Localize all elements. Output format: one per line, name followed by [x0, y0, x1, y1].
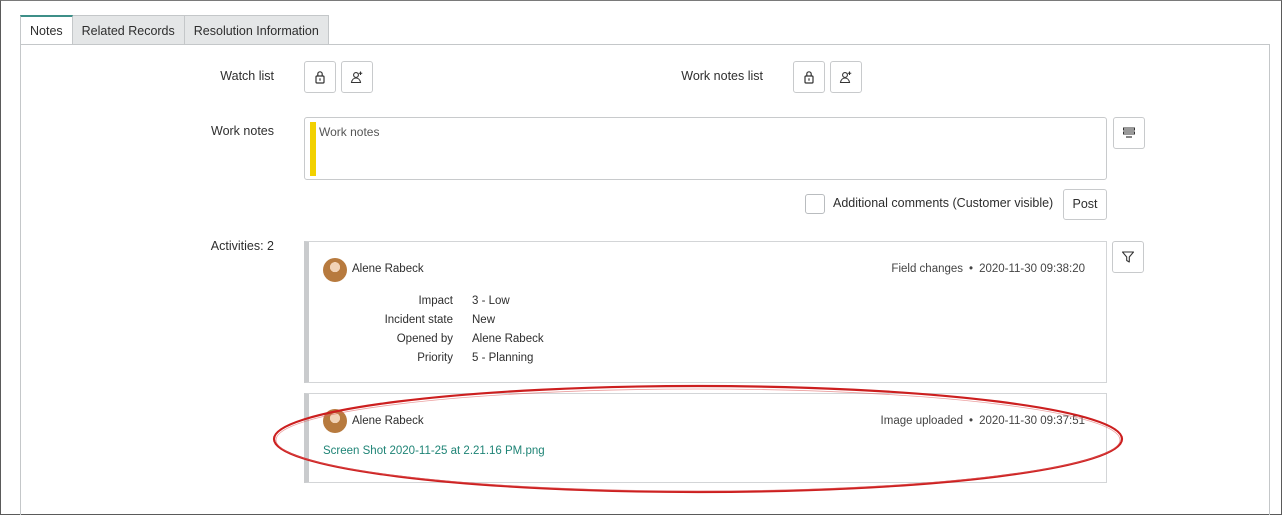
activity-type: Field changes: [891, 263, 964, 275]
separator-dot-icon: •: [969, 415, 974, 427]
work-notes-list-add-user-button[interactable]: [830, 61, 862, 93]
activity-meta: Image uploaded • 2020-11-30 09:37:51: [881, 415, 1085, 427]
separator-dot-icon: •: [969, 263, 974, 275]
panel-border-right: [1269, 44, 1270, 515]
work-notes-flag: [310, 122, 316, 176]
tab-panel-border: [20, 44, 1270, 45]
activity-author: Alene Rabeck: [352, 415, 424, 427]
avatar: [323, 409, 347, 433]
tab-resolution-information[interactable]: Resolution Information: [184, 15, 329, 45]
field-change-value: 5 - Planning: [472, 352, 534, 364]
field-change-value: Alene Rabeck: [472, 333, 544, 345]
field-change-name: Incident state: [384, 314, 453, 326]
lock-icon: [804, 71, 814, 84]
tab-notes[interactable]: Notes: [20, 15, 73, 45]
tab-bar: Notes Related Records Resolution Informa…: [20, 15, 329, 45]
activity-timestamp: 2020-11-30 09:37:51: [979, 415, 1085, 427]
field-change-name: Opened by: [396, 333, 453, 345]
avatar: [323, 258, 347, 282]
watch-list-add-user-button[interactable]: [341, 61, 373, 93]
activity-entry: Alene Rabeck Image uploaded • 2020-11-30 0…: [304, 393, 1107, 483]
list-toggle-icon: [1123, 127, 1135, 138]
lock-icon: [315, 71, 325, 84]
additional-comments-checkbox[interactable]: [805, 194, 825, 214]
field-change-value: 3 - Low: [472, 295, 510, 307]
field-change-name: Impact: [418, 295, 453, 307]
add-user-icon: [839, 71, 852, 84]
post-button[interactable]: Post: [1063, 189, 1107, 220]
activity-timestamp: 2020-11-30 09:38:20: [979, 263, 1085, 275]
activity-author: Alene Rabeck: [352, 263, 424, 275]
activity-entry: Alene Rabeck Field changes • 2020-11-30 09…: [304, 241, 1107, 383]
field-change-name: Priority: [417, 352, 453, 364]
work-notes-textarea[interactable]: Work notes: [304, 117, 1107, 180]
work-notes-list-lock-button[interactable]: [793, 61, 825, 93]
attachment-link[interactable]: Screen Shot 2020-11-25 at 2.21.16 PM.png: [323, 445, 545, 457]
activity-meta: Field changes • 2020-11-30 09:38:20: [891, 263, 1085, 275]
panel-border-left: [20, 44, 21, 515]
add-user-icon: [350, 71, 363, 84]
field-change-value: New: [472, 314, 496, 326]
activity-type: Image uploaded: [880, 415, 964, 427]
activities-count-label: Activities: 2: [210, 239, 274, 253]
activity-filter-button[interactable]: [1112, 241, 1144, 273]
work-notes-toggle-button[interactable]: [1113, 117, 1145, 149]
tab-related-records[interactable]: Related Records: [72, 15, 185, 45]
additional-comments-label[interactable]: Additional comments (Customer visible): [833, 196, 1053, 210]
watch-list-lock-button[interactable]: [304, 61, 336, 93]
filter-icon: [1121, 251, 1135, 263]
work-notes-label: Work notes: [211, 124, 274, 138]
watch-list-label: Watch list: [220, 69, 274, 83]
work-notes-list-label: Work notes list: [681, 69, 763, 83]
work-notes-placeholder: Work notes: [319, 125, 380, 139]
